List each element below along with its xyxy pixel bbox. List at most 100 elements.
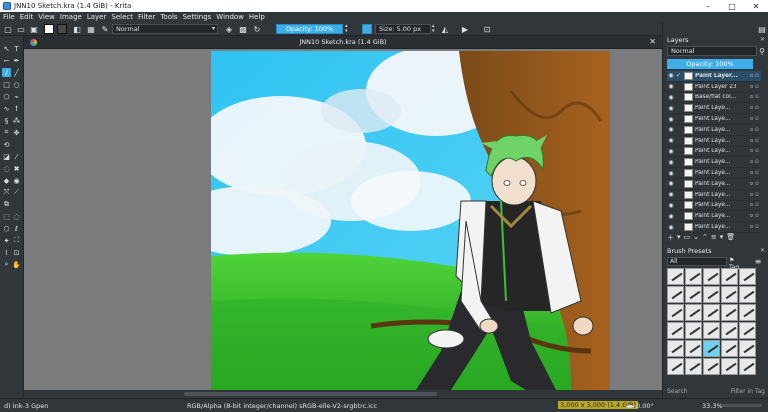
visibility-eye-icon[interactable]: ◉ — [667, 148, 675, 155]
canvas-area[interactable] — [24, 49, 662, 390]
brush-preset-item[interactable] — [703, 286, 720, 303]
pattern-icon[interactable]: ▦ — [86, 24, 96, 34]
visibility-eye-icon[interactable]: ◉ — [667, 94, 675, 101]
calligraphy-tool-icon[interactable]: ✒ — [12, 56, 21, 65]
menu-file[interactable]: File — [3, 13, 15, 21]
visibility-eye-icon[interactable]: ◉ — [667, 72, 675, 79]
brush-filter-select[interactable]: All — [667, 257, 727, 266]
menu-filter[interactable]: Filter — [138, 13, 155, 21]
visibility-eye-icon[interactable]: ◉ — [667, 180, 675, 187]
assistant-tool-icon[interactable]: ⤧ — [2, 188, 11, 197]
layer-row[interactable]: ◉ Paint Laye... α ⊙ — [667, 222, 761, 233]
horizontal-scrollbar[interactable] — [24, 390, 662, 398]
delete-layer-icon[interactable]: 🗑 — [726, 233, 735, 243]
brush-preset-item[interactable] — [721, 340, 738, 357]
close-document-icon[interactable]: ✕ — [649, 37, 656, 46]
docker-close-icon[interactable]: ✕ — [760, 36, 765, 43]
magnetic-selection-icon[interactable]: ⊡ — [12, 248, 21, 257]
brush-preset-item[interactable] — [667, 286, 684, 303]
select-shapes-tool-icon[interactable]: ↖ — [2, 44, 11, 53]
brush-preset-item[interactable] — [703, 358, 720, 375]
menu-tools[interactable]: Tools — [160, 13, 177, 21]
foreground-color-swatch[interactable] — [57, 24, 67, 34]
layer-flags-icon[interactable]: α ⊙ — [750, 127, 759, 133]
scrollbar-thumb[interactable] — [184, 392, 437, 396]
color-picker-tool-icon[interactable]: ⁄ — [12, 152, 21, 161]
brush-preset-item[interactable] — [703, 322, 720, 339]
layer-row[interactable]: ◉ Base/flat col... α ⊙ — [667, 93, 761, 104]
mirror-vertical-icon[interactable]: ▶ — [460, 24, 470, 34]
current-brush-label[interactable]: d) Ink-3 Gpen — [4, 402, 48, 410]
layer-row[interactable]: ◉ Paint Laye... α ⊙ — [667, 103, 761, 115]
layer-row[interactable]: ◉ Paint Laye... α ⊙ — [667, 147, 761, 158]
contiguous-selection-icon[interactable]: ✦ — [2, 236, 11, 245]
pan-tool-icon[interactable]: ✋ — [12, 260, 21, 269]
fill-tool-icon[interactable]: ◆ — [2, 176, 11, 185]
filter-in-tag-label[interactable]: Filter in Tag — [731, 388, 765, 395]
brush-preset-item-selected[interactable] — [703, 340, 720, 357]
visibility-eye-icon[interactable]: ◉ — [667, 224, 675, 231]
text-tool-icon[interactable]: T — [12, 44, 21, 53]
save-icon[interactable]: ▣ — [29, 24, 39, 34]
layer-row[interactable]: ◉ ✓ Paint Layer... α ⊙ — [667, 71, 761, 82]
menu-settings[interactable]: Settings — [183, 13, 212, 21]
visibility-eye-icon[interactable]: ◉ — [667, 126, 675, 133]
multibrush-tool-icon[interactable]: ⁂ — [12, 116, 21, 125]
transform-tool-icon[interactable]: ⟲ — [2, 140, 11, 149]
freehand-brush-tool-icon[interactable]: / — [2, 68, 11, 77]
menu-help[interactable]: Help — [249, 13, 265, 21]
layer-row[interactable]: ◉ Paint Laye... α ⊙ — [667, 114, 761, 125]
layer-flags-icon[interactable]: α ⊙ — [750, 148, 759, 154]
reload-preset-icon[interactable]: ↻ — [252, 24, 262, 34]
brush-preset-item[interactable] — [739, 340, 756, 357]
visibility-eye-icon[interactable]: ◉ — [667, 159, 675, 166]
brush-preset-item[interactable] — [721, 358, 738, 375]
rotation-icon[interactable]: ◄► — [625, 402, 635, 410]
layer-filter-icon[interactable]: ⚲ — [757, 46, 767, 56]
gradient-tool-icon[interactable]: ◪ — [2, 152, 11, 161]
layer-flags-icon[interactable]: α ⊙ — [750, 84, 759, 90]
visibility-eye-icon[interactable]: ◉ — [667, 170, 675, 177]
minimize-button[interactable]: – — [696, 0, 720, 12]
menu-edit[interactable]: Edit — [20, 13, 34, 21]
zoom-value[interactable]: 33.3% — [702, 402, 723, 410]
visibility-eye-icon[interactable]: ◉ — [667, 191, 675, 198]
brush-preset-item[interactable] — [703, 304, 720, 321]
maximize-button[interactable]: □ — [720, 0, 744, 12]
layer-row[interactable]: ◉ Paint Laye... α ⊙ — [667, 136, 761, 147]
rotation-value[interactable]: 0.00° — [636, 402, 654, 410]
visibility-eye-icon[interactable]: ◉ — [667, 105, 675, 112]
visibility-eye-icon[interactable]: ◉ — [667, 83, 675, 90]
wrap-around-icon[interactable]: ⊡ — [482, 24, 492, 34]
enclose-fill-tool-icon[interactable]: ◉ — [12, 176, 21, 185]
visibility-eye-icon[interactable]: ◉ — [667, 116, 675, 123]
layer-flags-icon[interactable]: α ⊙ — [750, 202, 759, 208]
opacity-spin-icon[interactable]: ▴ ▾ — [345, 24, 351, 34]
brush-preset-item[interactable] — [685, 358, 702, 375]
measure-tool-icon[interactable]: ⟋ — [12, 188, 21, 197]
visibility-eye-icon[interactable]: ◉ — [667, 137, 675, 144]
ellipse-tool-icon[interactable]: ○ — [12, 80, 21, 89]
blend-mode-select[interactable]: Normal ▾ — [112, 24, 218, 34]
layer-row[interactable]: ◉ Paint Laye... α ⊙ — [667, 211, 761, 223]
eraser-icon[interactable]: ◈ — [224, 24, 234, 34]
brush-search-bar[interactable]: Search Filter in Tag — [667, 388, 765, 396]
freehand-selection-icon[interactable]: ℓ — [12, 224, 21, 233]
polygonal-selection-icon[interactable]: ⬡ — [2, 224, 11, 233]
layer-row[interactable]: ◉ Paint Laye... α ⊙ — [667, 190, 761, 201]
layer-row[interactable]: ◉ Paint Laye... α ⊙ — [667, 125, 761, 136]
layer-flags-icon[interactable]: α ⊙ — [750, 159, 759, 165]
brush-preset-item[interactable] — [703, 268, 720, 285]
brush-preset-item[interactable] — [685, 322, 702, 339]
rectangle-tool-icon[interactable]: □ — [2, 80, 11, 89]
bezier-selection-icon[interactable]: ⌇ — [2, 248, 11, 257]
layer-menu-icon[interactable]: ▾ — [720, 233, 724, 243]
polygon-tool-icon[interactable]: ⬠ — [2, 92, 11, 101]
brush-preset-item[interactable] — [721, 268, 738, 285]
alpha-lock-icon[interactable]: ▩ — [238, 24, 248, 34]
polyline-tool-icon[interactable]: ⌁ — [12, 92, 21, 101]
new-document-icon[interactable]: ▢ — [3, 24, 13, 34]
document-tab-title[interactable]: JNN10 Sketch.kra (1.4 GiB) — [24, 38, 662, 46]
reference-images-tool-icon[interactable]: ⧉ — [2, 200, 11, 209]
layer-flags-icon[interactable]: α ⊙ — [750, 224, 759, 230]
